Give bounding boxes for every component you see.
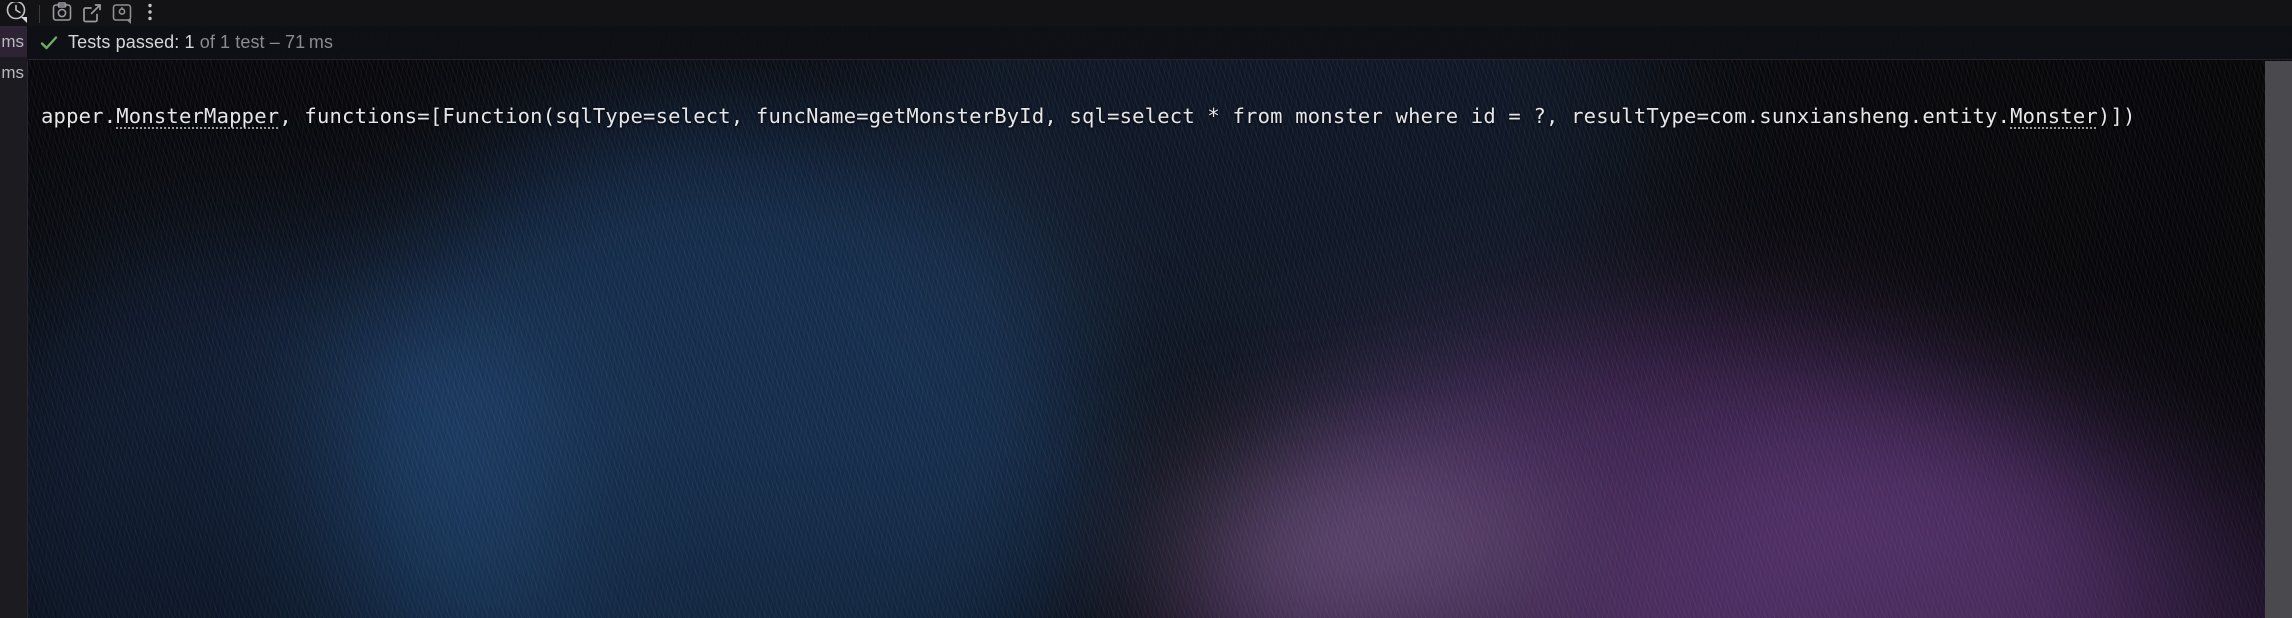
test-runner-toolbar <box>0 0 2292 26</box>
output-segment: , functions=[Function(sqlType=select, fu… <box>279 104 2011 128</box>
status-duration: 71 ms <box>284 32 334 52</box>
status-message: Tests passed: 1 of 1 test – 71 ms <box>68 32 333 53</box>
toolbar-separator <box>39 5 40 23</box>
rerun-history-dropdown[interactable] <box>2 0 32 26</box>
test-status-bar: Tests passed: 1 of 1 test – 71 ms <box>27 26 2292 60</box>
open-in-editor[interactable] <box>77 0 107 26</box>
test-duration-label: ms <box>1 62 24 82</box>
clock-history-icon <box>6 2 28 24</box>
status-of-text: of 1 test <box>199 32 265 52</box>
test-settings[interactable] <box>107 0 137 26</box>
status-label: Tests passed: <box>68 32 180 52</box>
vertical-dots-icon <box>141 2 159 24</box>
status-passed-count: 1 <box>184 32 195 52</box>
test-tree-row-selected[interactable]: ms <box>0 26 27 57</box>
vertical-scrollbar-track[interactable] <box>2265 61 2292 618</box>
checkmark-icon <box>39 33 59 53</box>
status-separator: – <box>269 32 280 52</box>
camera-export-icon <box>51 2 73 24</box>
vertical-scrollbar-thumb[interactable] <box>2265 61 2292 618</box>
open-external-icon <box>81 2 103 24</box>
test-tree-row[interactable]: ms <box>0 57 27 88</box>
console-inner: apper.MonsterMapper, functions=[Function… <box>28 61 2292 618</box>
console-output-line: apper.MonsterMapper, functions=[Function… <box>41 104 2136 128</box>
console-output-panel[interactable]: apper.MonsterMapper, functions=[Function… <box>27 61 2292 618</box>
test-duration-label: ms <box>1 31 24 51</box>
more-options[interactable] <box>137 0 163 26</box>
test-tree-panel[interactable]: ms ms <box>0 26 27 618</box>
output-segment: apper. <box>41 104 117 128</box>
settings-box-icon <box>111 2 133 24</box>
output-segment-highlighted: MonsterMapper <box>116 104 280 128</box>
export-test-results[interactable] <box>47 0 77 26</box>
output-segment: )]) <box>2097 104 2136 128</box>
output-segment-highlighted: Monster <box>2010 104 2098 128</box>
